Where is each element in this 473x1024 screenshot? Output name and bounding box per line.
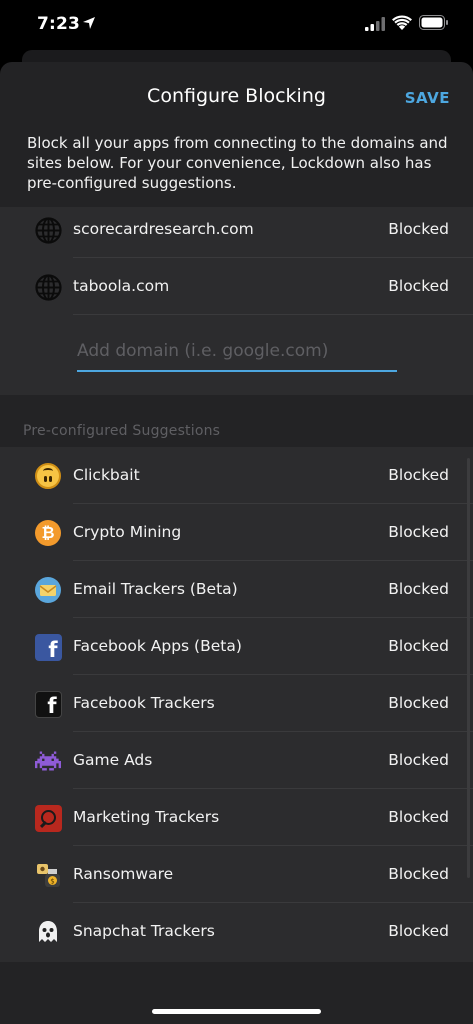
suggestion-label: Ransomware bbox=[73, 865, 174, 883]
suggestion-row-email-trackers[interactable]: Email Trackers (Beta) Blocked bbox=[0, 561, 473, 618]
status-bar: 7:23 bbox=[0, 0, 473, 50]
suggestion-row-facebook-trackers[interactable]: f Facebook Trackers Blocked bbox=[0, 675, 473, 732]
suggestion-row-ransomware[interactable]: $ Ransomware Blocked bbox=[0, 846, 473, 903]
suggestion-row-clickbait[interactable]: Clickbait Blocked bbox=[0, 447, 473, 504]
svg-text:$: $ bbox=[50, 878, 54, 886]
domain-row[interactable]: scorecardresearch.com Blocked bbox=[0, 201, 473, 258]
suggestion-status: Blocked bbox=[388, 751, 449, 769]
magnifier-icon bbox=[34, 804, 62, 832]
suggestion-label: Game Ads bbox=[73, 751, 153, 769]
configure-blocking-sheet: Configure Blocking SAVE Block all your a… bbox=[0, 62, 473, 1024]
suggestion-label: Facebook Trackers bbox=[73, 694, 215, 712]
upside-down-face-icon bbox=[34, 462, 62, 490]
suggestion-status: Blocked bbox=[388, 694, 449, 712]
wifi-icon bbox=[392, 15, 412, 30]
suggestion-status: Blocked bbox=[388, 922, 449, 940]
suggestions-section: Clickbait Blocked ₿ Crypto Mining Blocke… bbox=[0, 447, 473, 962]
suggestion-row-game-ads[interactable]: Game Ads Blocked bbox=[0, 732, 473, 789]
suggestion-label: Marketing Trackers bbox=[73, 808, 220, 826]
status-time: 7:23 bbox=[37, 14, 81, 34]
suggestion-label: Snapchat Trackers bbox=[73, 922, 215, 940]
facebook-black-icon: f bbox=[34, 690, 62, 718]
suggestion-status: Blocked bbox=[388, 808, 449, 826]
save-button[interactable]: SAVE bbox=[405, 89, 450, 107]
suggestion-status: Blocked bbox=[388, 580, 449, 598]
suggestion-status: Blocked bbox=[388, 466, 449, 484]
suggestion-row-crypto-mining[interactable]: ₿ Crypto Mining Blocked bbox=[0, 504, 473, 561]
globe-icon bbox=[34, 216, 62, 244]
bitcoin-icon: ₿ bbox=[34, 519, 62, 547]
cellular-signal-icon bbox=[365, 17, 385, 31]
globe-icon bbox=[34, 273, 62, 301]
page-title: Configure Blocking bbox=[147, 85, 326, 107]
battery-icon bbox=[419, 15, 448, 30]
location-arrow-icon bbox=[83, 17, 95, 29]
domain-label: scorecardresearch.com bbox=[73, 220, 254, 238]
suggestion-label: Clickbait bbox=[73, 466, 140, 484]
space-invader-icon bbox=[34, 747, 62, 775]
suggestion-label: Email Trackers (Beta) bbox=[73, 580, 238, 598]
ransomware-icon: $ bbox=[34, 861, 62, 889]
suggestion-label: Facebook Apps (Beta) bbox=[73, 637, 242, 655]
domain-status: Blocked bbox=[388, 277, 449, 295]
email-icon bbox=[34, 576, 62, 604]
suggestion-label: Crypto Mining bbox=[73, 523, 182, 541]
suggestion-status: Blocked bbox=[388, 865, 449, 883]
suggestion-row-facebook-apps[interactable]: f Facebook Apps (Beta) Blocked bbox=[0, 618, 473, 675]
home-indicator[interactable] bbox=[152, 1009, 321, 1014]
domain-row[interactable]: taboola.com Blocked bbox=[0, 258, 473, 315]
add-domain-input[interactable] bbox=[77, 338, 397, 372]
suggestion-row-marketing-trackers[interactable]: Marketing Trackers Blocked bbox=[0, 789, 473, 846]
suggestion-status: Blocked bbox=[388, 523, 449, 541]
facebook-blue-icon: f bbox=[34, 633, 62, 661]
ghost-icon bbox=[34, 918, 62, 946]
suggestion-status: Blocked bbox=[388, 637, 449, 655]
domain-label: taboola.com bbox=[73, 277, 170, 295]
scrollbar[interactable] bbox=[467, 458, 470, 878]
domain-status: Blocked bbox=[388, 220, 449, 238]
suggestions-header: Pre-configured Suggestions bbox=[23, 423, 221, 439]
divider bbox=[73, 314, 473, 315]
intro-text: Block all your apps from connecting to t… bbox=[27, 134, 448, 192]
suggestion-row-snapchat-trackers[interactable]: Snapchat Trackers Blocked bbox=[0, 903, 473, 960]
